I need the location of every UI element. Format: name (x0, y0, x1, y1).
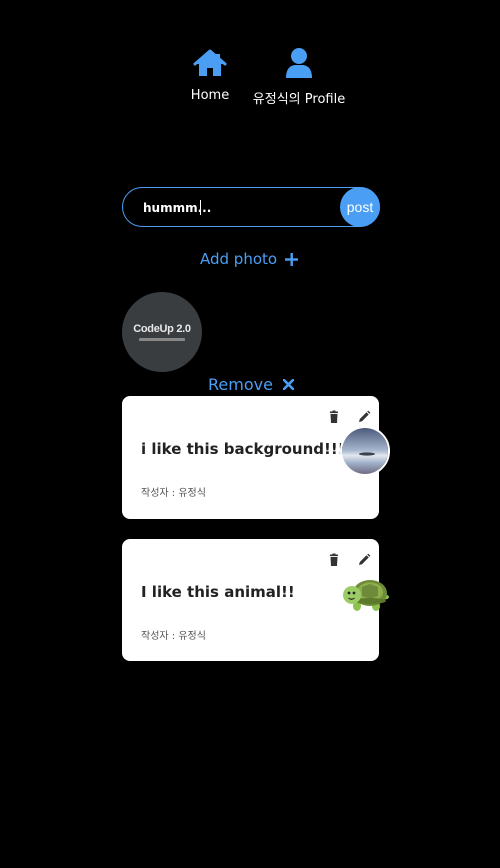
home-icon (193, 49, 227, 76)
pencil-icon[interactable] (357, 553, 371, 567)
preview-logo-subline (139, 338, 185, 341)
post-card: i like this background!!! 작성자 : 유정식 (122, 396, 390, 519)
remove-label: Remove (208, 375, 273, 394)
post-attachment-image (340, 426, 390, 476)
nav-home-label: Home (190, 88, 230, 103)
nav-profile-label: 유정식의 Profile (252, 92, 346, 107)
post-text: I like this animal!! (141, 583, 295, 601)
turtle-emoji (343, 580, 389, 611)
plus-icon (285, 252, 299, 266)
pencil-icon[interactable] (357, 410, 371, 424)
user-icon (286, 48, 312, 78)
text-caret (200, 200, 201, 215)
close-icon (282, 379, 294, 390)
post-text: i like this background!!! (141, 440, 345, 458)
nav-home-link[interactable]: Home (186, 46, 234, 103)
nav-profile-link[interactable]: 유정식의 Profile (246, 46, 352, 107)
post-composer: post (122, 187, 380, 227)
post-text-input[interactable] (143, 199, 343, 217)
add-photo-button[interactable]: Add photo (200, 249, 304, 269)
post-card: I like this animal!! 작성자 : 유정식 (122, 539, 389, 661)
add-photo-label: Add photo (200, 250, 278, 268)
post-button[interactable]: post (340, 187, 380, 227)
remove-photo-button[interactable]: Remove (208, 375, 294, 394)
background-photo (342, 428, 388, 474)
post-attachment-image (340, 572, 392, 622)
trash-icon[interactable] (327, 553, 341, 567)
post-author: 작성자 : 유정식 (141, 631, 206, 642)
preview-logo-text: CodeUp 2.0 (133, 323, 191, 335)
post-author: 작성자 : 유정식 (141, 488, 206, 499)
trash-icon[interactable] (327, 410, 341, 424)
attachment-preview-image: CodeUp 2.0 (122, 292, 202, 372)
top-nav: Home 유정식의 Profile (0, 46, 500, 116)
